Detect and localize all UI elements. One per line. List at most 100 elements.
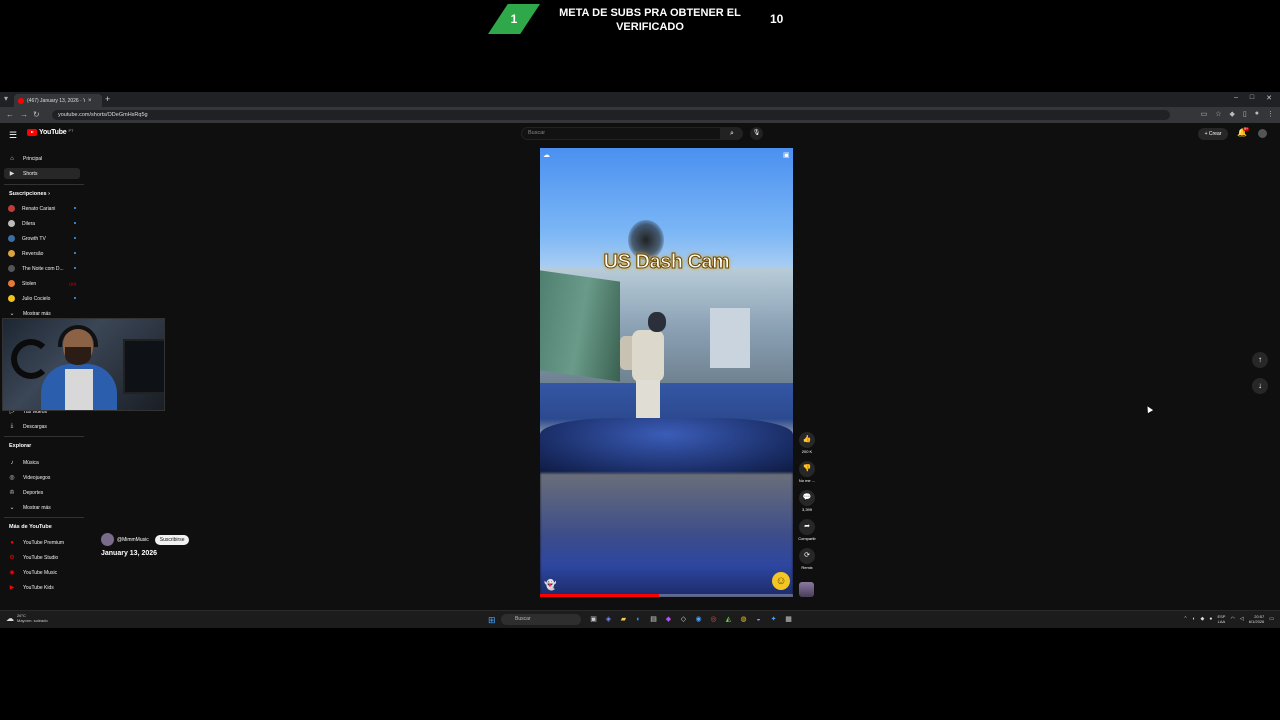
channel-name[interactable]: @MimmMusic [117,537,149,543]
windows-start-icon[interactable]: ⊞ [488,615,496,626]
sidebar-divider [4,184,84,185]
sidebar-item-sports[interactable]: ♔ Deportes [4,487,80,498]
new-tab-button[interactable]: + [105,94,110,104]
close-tab-icon[interactable]: × [88,98,92,104]
channel-avatar[interactable] [101,533,114,546]
language-indicator[interactable]: ESP LAA [1217,614,1225,624]
reload-icon[interactable]: ↻ [33,110,40,119]
app-icon[interactable]: ▦ [783,614,794,625]
app-icon[interactable]: ◇ [678,614,689,625]
address-bar[interactable]: youtube.com/shorts/ODeGmHsRq5g [52,110,1170,120]
maximize-icon[interactable]: □ [1250,94,1254,102]
browser-toolbar: ← → ↻ youtube.com/shorts/ODeGmHsRq5g ▭ ☆… [0,107,1280,123]
taskbar-search[interactable]: Buscar [501,614,581,625]
file-explorer-icon[interactable]: ▰ [618,614,629,625]
subscribe-button[interactable]: Suscribirse [154,534,190,545]
channel-avatar [8,205,15,212]
cast-icon[interactable]: ▭ [1201,110,1208,118]
corner-sticker-icon: ▣ [783,152,790,159]
wifi-icon[interactable]: ◠ [1230,616,1234,622]
app-icon[interactable]: ◆ [663,614,674,625]
bookmark-star-icon[interactable]: ☆ [1215,110,1221,118]
sidebar-divider [4,517,84,518]
sidebar-item-youtube-kids[interactable]: ▶ YouTube Kids [4,582,80,593]
shorts-video-player[interactable]: US Dash Cam ☁ ▣ 👻 ☺ [540,148,793,597]
youtube-kids-icon: ▶ [9,585,15,591]
next-short-button[interactable]: ↓ [1252,378,1268,394]
remix-action[interactable]: ⟳ Remix [797,548,817,570]
extension-icon[interactable]: ◆ [1230,110,1235,118]
teams-icon[interactable]: ◈ [603,614,614,625]
window-controls: – □ ✕ [1234,94,1272,102]
youtube-play-icon [27,129,37,136]
notification-icon[interactable]: ▭ [1269,616,1274,622]
discord-icon[interactable]: ◒ [753,614,764,625]
app-icon[interactable]: ◎ [708,614,719,625]
sidebar-item-shorts[interactable]: ▶ Shorts [4,168,80,179]
sidebar-item-youtube-studio[interactable]: ⚙ YouTube Studio [4,552,80,563]
goal-title: META DE SUBS PRA OBTENER EL VERIFICADO [559,7,741,33]
share-action[interactable]: ➦ Compartir [797,519,817,541]
search-button[interactable]: ⌕ [721,127,743,140]
weather-widget[interactable]: ☁ 26°C Mayorm. soleado [6,613,48,623]
video-car-hood [540,418,793,473]
create-button[interactable]: + Crear [1198,128,1228,140]
sidebar-item-subscription[interactable]: Renato Cariani [4,203,80,214]
sidebar-item-music[interactable]: ♪ Música [4,457,80,468]
volume-icon[interactable]: ◁ [1240,616,1244,622]
dislike-action[interactable]: 👎 No me ... [797,461,817,483]
youtube-logo[interactable]: YouTube PT [27,128,74,136]
sidebar-item-principal[interactable]: ⌂ Principal [4,153,80,164]
app-icon[interactable]: ◭ [723,614,734,625]
goal-current-count: 1 [510,12,518,26]
tray-app-icon[interactable]: ● [1209,616,1212,622]
account-avatar[interactable] [1258,129,1267,138]
close-window-icon[interactable]: ✕ [1266,94,1272,102]
video-title: January 13, 2026 [101,550,158,557]
sidebar-item-youtube-music[interactable]: ◉ YouTube Music [4,567,80,578]
windows-taskbar: ☁ 26°CMayorm. soleado ⊞ ⌕ Buscar ▣ ◈ ▰ ◐… [0,610,1280,628]
share-label: Compartir [798,536,816,541]
sidebar-item-subscription[interactable]: Julio Cocielo [4,293,80,304]
task-view-icon[interactable]: ▣ [588,614,599,625]
edge-icon[interactable]: ◐ [633,614,644,625]
tray-app-icon[interactable]: ◆ [1201,616,1205,622]
clock[interactable]: 20:57 6/1/2026 [1249,614,1265,624]
sidebar-item-gaming[interactable]: ◎ Videojuegos [4,472,80,483]
webcam-beard [65,347,91,365]
back-icon[interactable]: ← [6,110,14,119]
sidebar-item-downloads[interactable]: ⤓ Descargas [4,421,80,432]
voice-search-button[interactable]: 🎙 [750,127,763,140]
store-icon[interactable]: ▤ [648,614,659,625]
sidebar-item-youtube-premium[interactable]: ● YouTube Premium [4,537,80,548]
tab-search-icon[interactable]: ▾ [4,94,8,103]
profile-icon[interactable]: ● [1255,110,1259,118]
subscriptions-header[interactable]: Suscripciones › [9,191,50,197]
app-icon[interactable]: ◉ [693,614,704,625]
chevron-up-icon[interactable]: ⌃ [1183,616,1187,622]
previous-short-button[interactable]: ↑ [1252,352,1268,368]
sidebar-item-show-more[interactable]: ⌄ Mostrar más [4,502,80,513]
comments-action[interactable]: 💬 3,399 [797,490,817,512]
sidebar-item-subscription[interactable]: Growth TV [4,233,80,244]
search-input[interactable]: Buscar [521,127,721,140]
goal-target-count: 10 [770,12,784,26]
sound-thumbnail[interactable] [799,582,814,597]
app-icon[interactable]: ✦ [768,614,779,625]
streamer-webcam [2,318,165,411]
sidebar-item-subscription[interactable]: Dilera [4,218,80,229]
browser-tab[interactable]: (467) January 13, 2026 · Yo × [14,94,102,107]
trophy-icon: ♔ [9,490,15,496]
hamburger-menu-icon[interactable]: ☰ [9,130,17,141]
forward-icon[interactable]: → [20,110,28,119]
chrome-icon[interactable]: ◍ [738,614,749,625]
minimize-icon[interactable]: – [1234,94,1238,102]
menu-dots-icon[interactable]: ⋮ [1267,110,1274,118]
sidebar-item-subscription[interactable]: Stolen ((•)) [4,278,80,289]
sidebar-icon[interactable]: ▯ [1243,110,1247,118]
notifications-badge: 9+ [1243,127,1249,131]
tray-app-icon[interactable]: ◐ [1193,616,1196,622]
sidebar-item-subscription[interactable]: The Noite com D... [4,263,80,274]
sidebar-item-subscription[interactable]: Reversão [4,248,80,259]
like-action[interactable]: 👍 200 K [797,432,817,454]
